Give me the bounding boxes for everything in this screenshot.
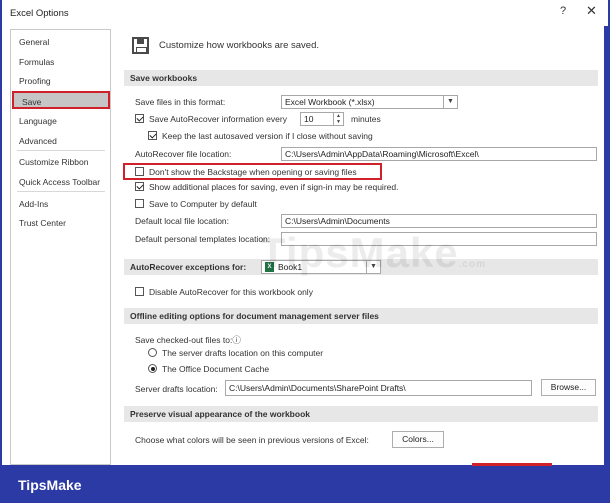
autorecover-location-value: C:\Users\Admin\AppData\Roaming\Microsoft… [285,149,479,159]
section-title: AutoRecover exceptions for: [130,262,247,272]
section-preserve-appearance: Preserve visual appearance of the workbo… [124,406,598,422]
excel-options-dialog: Excel Options ? ✕ General Formulas Proof… [0,0,608,467]
autorecover-location-label: AutoRecover file location: [135,149,232,159]
sidebar-item-label: General [19,37,50,47]
default-local-input[interactable]: C:\Users\Admin\Documents [281,214,597,228]
sidebar-item-language[interactable]: Language [11,112,110,130]
additional-places-checkbox[interactable] [135,182,144,191]
sidebar-item-label: Save [22,97,42,107]
sidebar-item-add-ins[interactable]: Add-Ins [11,195,110,213]
sidebar-item-trust-center[interactable]: Trust Center [11,214,110,232]
info-icon: ⓘ [232,335,241,345]
sidebar-item-customize-ribbon[interactable]: Customize Ribbon [11,153,110,171]
disable-autorecover-checkbox[interactable] [135,287,144,296]
default-local-value: C:\Users\Admin\Documents [285,216,390,226]
default-local-label: Default local file location: [135,216,230,226]
sidebar-item-proofing[interactable]: Proofing [11,72,110,90]
help-button[interactable]: ? [560,5,566,17]
sidebar-item-label: Proofing [19,76,51,86]
server-drafts-location-label: Server drafts location: [135,384,218,394]
save-to-computer-checkbox[interactable] [135,199,144,208]
highlight-underline [472,463,552,466]
section-title: Offline editing options for document man… [130,311,379,321]
sidebar-item-label: Customize Ribbon [19,157,89,167]
minutes-label: minutes [351,114,381,124]
format-label: Save files in this format: [135,97,226,107]
options-sidebar: General Formulas Proofing Save Language … [10,29,111,465]
backstage-label: Don't show the Backstage when opening or… [149,167,357,177]
minutes-value: 10 [304,114,314,124]
server-drafts-location-input[interactable]: C:\Users\Admin\Documents\SharePoint Draf… [225,380,532,396]
document-cache-option-label: The Office Document Cache [162,364,270,374]
server-drafts-option-label: The server drafts location on this compu… [162,348,324,358]
additional-places-label: Show additional places for saving, even … [149,182,399,192]
colors-question-label: Choose what colors will be seen in previ… [135,435,369,445]
sidebar-item-quick-access-toolbar[interactable]: Quick Access Toolbar [11,173,110,191]
section-save-workbooks: Save workbooks [124,70,598,86]
sidebar-divider [17,150,105,151]
server-drafts-location-value: C:\Users\Admin\Documents\SharePoint Draf… [229,383,406,393]
sidebar-item-label: Quick Access Toolbar [19,177,101,187]
document-cache-radio[interactable] [148,364,157,373]
sidebar-item-label: Advanced [19,136,57,146]
chevron-down-icon: ▼ [443,96,457,108]
sidebar-item-label: Formulas [19,57,55,67]
autorecover-checkbox[interactable] [135,114,144,123]
format-value: Excel Workbook (*.xlsx) [285,97,375,107]
sidebar-divider [17,191,105,192]
sidebar-item-label: Add-Ins [19,199,49,209]
disable-autorecover-label: Disable AutoRecover for this workbook on… [149,287,313,297]
colors-button[interactable]: Colors... [392,431,444,448]
tipsmake-watermark: TipsMake.com [260,229,486,276]
save-to-computer-label: Save to Computer by default [149,199,257,209]
title-bar: Excel Options ? ✕ [2,0,608,26]
close-button[interactable]: ✕ [586,3,597,19]
section-title: Save workbooks [130,73,198,83]
templates-location-label: Default personal templates location: [135,234,271,244]
sidebar-item-label: Trust Center [19,218,66,228]
browse-button[interactable]: Browse... [541,379,596,396]
page-header: Customize how workbooks are saved. [159,40,319,51]
sidebar-item-general[interactable]: General [11,33,110,51]
spin-arrows-icon[interactable]: ▲ ▼ [333,113,343,125]
autorecover-location-input[interactable]: C:\Users\Admin\AppData\Roaming\Microsoft… [281,147,597,161]
checked-out-label: Save checked-out files to:ⓘ [135,335,241,345]
section-title: Preserve visual appearance of the workbo… [130,409,310,419]
autorecover-minutes-stepper[interactable]: 10 ▲ ▼ [300,112,344,126]
sidebar-item-save[interactable]: Save [12,91,110,109]
autorecover-label: Save AutoRecover information every [149,114,287,124]
sidebar-item-advanced[interactable]: Advanced [11,132,110,150]
server-drafts-radio[interactable] [148,348,157,357]
section-offline-editing: Offline editing options for document man… [124,308,598,324]
keep-autosaved-label: Keep the last autosaved version if I clo… [162,131,373,141]
dialog-title: Excel Options [10,8,69,19]
save-icon [132,37,149,54]
sidebar-item-label: Language [19,116,57,126]
backstage-checkbox[interactable] [135,167,144,176]
brand-logo: TipsMake [18,477,82,493]
format-dropdown[interactable]: Excel Workbook (*.xlsx) ▼ [281,95,458,109]
keep-autosaved-checkbox[interactable] [148,131,157,140]
sidebar-item-formulas[interactable]: Formulas [11,53,110,71]
